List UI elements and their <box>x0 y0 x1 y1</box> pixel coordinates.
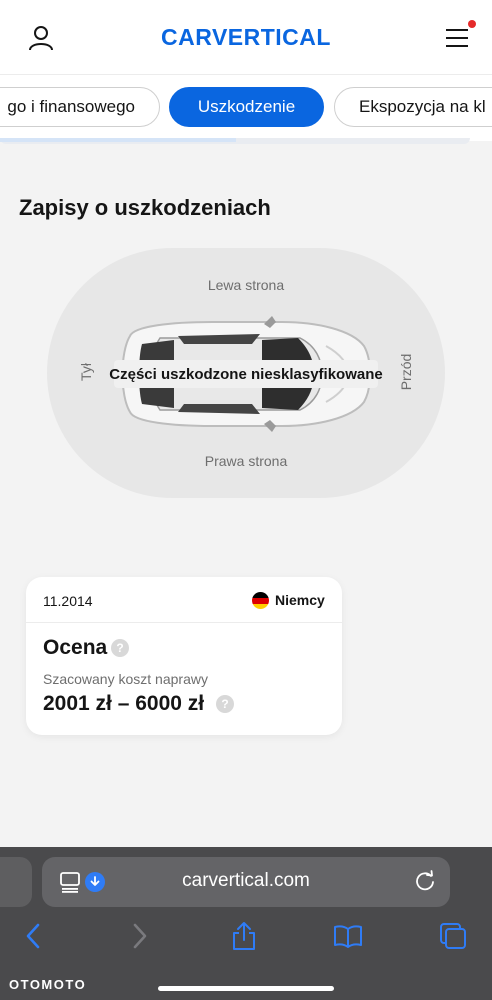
url-text[interactable]: carvertical.com <box>42 870 450 892</box>
tab-label: go i finansowego <box>7 97 135 116</box>
bookmarks-icon <box>334 925 362 948</box>
tabs-icon <box>440 923 466 949</box>
question-icon[interactable]: ? <box>111 639 129 657</box>
record-heading: Ocena <box>43 636 108 659</box>
rear-label: Tył <box>78 363 94 381</box>
notification-dot <box>468 20 476 28</box>
back-icon <box>26 923 40 949</box>
reload-icon[interactable] <box>414 870 436 892</box>
tab-exposure[interactable]: Ekspozycja na kl <box>334 87 492 127</box>
report-tabs: go i finansowego Uszkodzenie Ekspozycja … <box>0 75 492 141</box>
tab-damage[interactable]: Uszkodzenie <box>169 87 324 127</box>
section-title: Zapisy o uszkodzeniach <box>19 195 271 220</box>
tab-label: Uszkodzenie <box>197 97 296 116</box>
repair-cost-label: Szacowany koszt naprawy <box>43 671 208 687</box>
question-icon[interactable]: ? <box>216 695 234 713</box>
card-divider <box>26 622 342 623</box>
tabs-scroll-indicator <box>0 138 236 142</box>
carvertical-logo[interactable]: CARVERTICAL <box>0 24 492 51</box>
forward-button[interactable] <box>122 918 158 954</box>
repair-cost-range: 2001 zł – 6000 zł <box>43 692 205 715</box>
share-button[interactable] <box>226 918 262 954</box>
previous-tab-preview[interactable] <box>0 857 32 907</box>
tabs-button[interactable] <box>435 918 471 954</box>
germany-flag-icon <box>252 592 269 609</box>
back-button[interactable] <box>15 918 51 954</box>
forward-icon <box>133 923 147 949</box>
tab-label: Ekspozycja na kl <box>359 97 486 116</box>
right-side-label: Prawa strona <box>204 453 288 469</box>
left-side-label: Lewa strona <box>207 277 285 293</box>
hamburger-menu-icon <box>446 29 468 47</box>
share-icon <box>233 922 255 950</box>
tab-finance[interactable]: go i finansowego <box>0 87 160 127</box>
front-label: Przód <box>398 353 414 391</box>
otomoto-watermark: OTOMOTO <box>9 977 87 992</box>
bookmarks-button[interactable] <box>330 918 366 954</box>
damaged-parts-label[interactable]: Części uszkodzone niesklasyfikowane <box>109 360 383 388</box>
home-indicator[interactable] <box>158 986 334 991</box>
record-date: 11.2014 <box>43 593 93 609</box>
record-country: Niemcy <box>275 592 325 608</box>
